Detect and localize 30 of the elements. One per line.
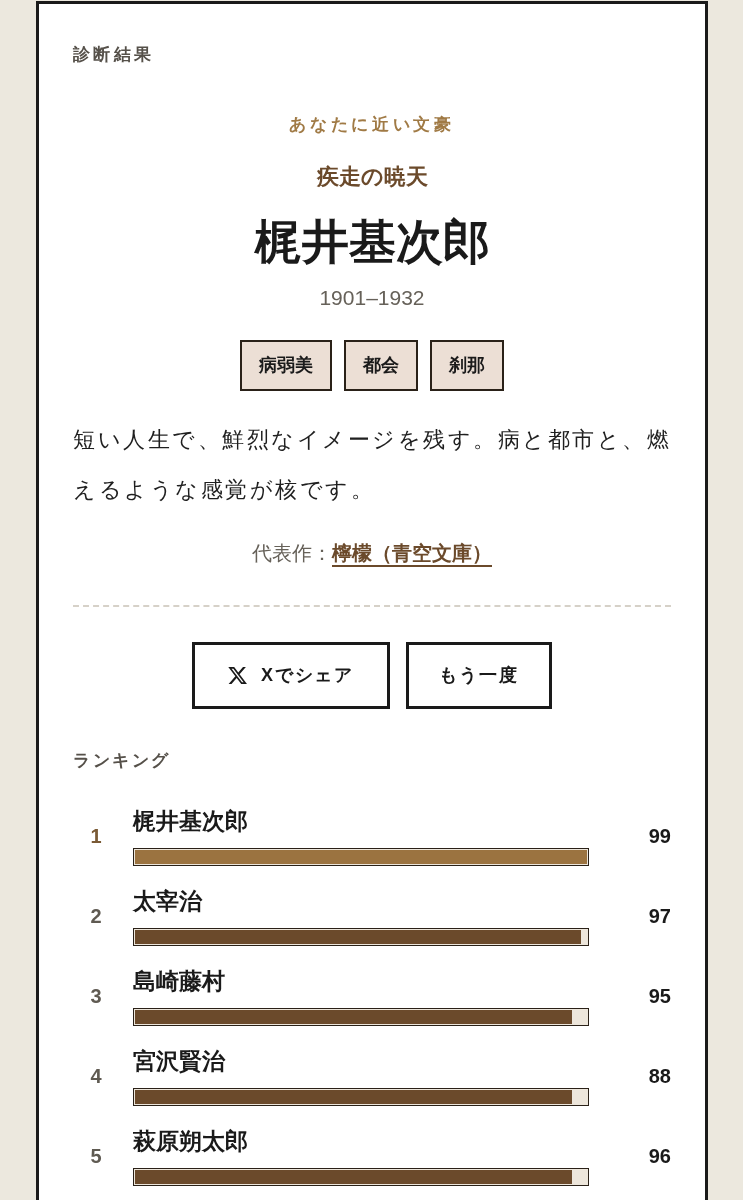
ranking-title: ランキング: [73, 750, 171, 772]
score-value: 88: [647, 1064, 671, 1089]
section-label: 診断結果: [73, 44, 155, 66]
work-link[interactable]: 檸檬（青空文庫）: [332, 538, 492, 568]
retry-button[interactable]: もう一度: [406, 642, 552, 709]
rank-number: 4: [89, 1064, 103, 1089]
score-value: 96: [647, 1144, 671, 1169]
rank-number: 3: [89, 984, 103, 1009]
score-value: 97: [647, 904, 671, 929]
work-label: 代表作：: [252, 541, 332, 566]
author-name: 梶井基次郎: [254, 214, 490, 270]
share-button[interactable]: Xでシェア: [192, 642, 390, 709]
tag: 刹那: [430, 340, 504, 391]
author-name: 梶井基次郎: [133, 807, 248, 836]
tag: 病弱美: [240, 340, 332, 391]
x-logo-icon: [228, 667, 247, 684]
rank-number: 5: [89, 1144, 103, 1169]
author-name: 島崎藤村: [133, 967, 225, 996]
author-years: 1901–1932: [319, 285, 425, 311]
type-name: 疾走の暁天: [316, 163, 428, 191]
rank-number: 2: [89, 904, 103, 929]
score-value: 99: [647, 824, 671, 849]
author-name: 太宰治: [133, 887, 202, 916]
author-name: 萩原朔太郎: [133, 1127, 248, 1156]
tag: 都会: [344, 340, 418, 391]
description-text: 短い人生で、鮮烈なイメージを残す。病と都市と、燃えるような感覚が核です。: [73, 426, 671, 504]
eyebrow-text: あなたに近い文豪: [289, 114, 455, 136]
author-name: 宮沢賢治: [133, 1047, 225, 1076]
rank-number: 1: [89, 824, 103, 849]
score-value: 95: [647, 984, 671, 1009]
